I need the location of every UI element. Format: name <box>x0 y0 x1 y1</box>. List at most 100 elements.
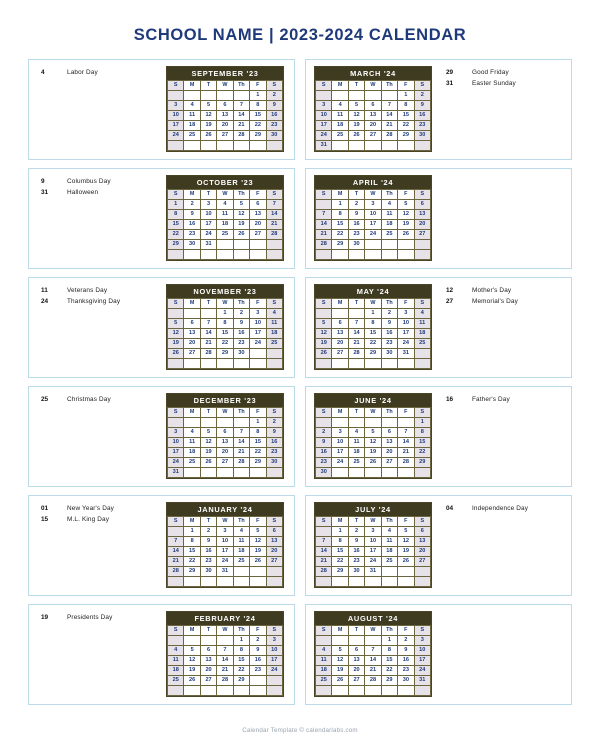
day-cell[interactable]: 5 <box>249 526 267 537</box>
day-cell[interactable]: 25 <box>183 457 201 468</box>
day-cell[interactable]: 6 <box>413 199 432 210</box>
day-cell[interactable]: 7 <box>314 209 333 220</box>
day-cell[interactable]: 16 <box>314 447 333 458</box>
day-cell[interactable]: 3 <box>166 100 185 111</box>
day-cell[interactable]: 27 <box>364 130 382 141</box>
day-cell[interactable]: 30 <box>199 566 218 577</box>
day-cell[interactable]: 29 <box>232 675 251 686</box>
day-cell[interactable]: 17 <box>364 219 382 230</box>
day-cell[interactable]: 10 <box>331 437 349 448</box>
day-cell[interactable]: 11 <box>314 655 333 666</box>
day-cell[interactable]: 8 <box>183 536 201 547</box>
day-cell[interactable]: 7 <box>216 645 234 656</box>
day-cell[interactable]: 25 <box>380 229 399 240</box>
day-cell[interactable]: 10 <box>199 209 218 220</box>
day-cell[interactable]: 19 <box>232 219 251 230</box>
day-cell[interactable]: 20 <box>249 219 267 230</box>
day-cell[interactable]: 12 <box>314 328 333 339</box>
day-cell[interactable]: 6 <box>216 100 234 111</box>
day-cell[interactable]: 31 <box>314 140 333 151</box>
day-cell[interactable]: 24 <box>413 665 432 676</box>
day-cell[interactable]: 27 <box>347 675 366 686</box>
day-cell[interactable]: 5 <box>166 318 185 329</box>
day-cell[interactable]: 8 <box>216 318 234 329</box>
day-cell[interactable]: 1 <box>216 308 234 319</box>
day-cell[interactable]: 14 <box>199 328 218 339</box>
day-cell[interactable]: 30 <box>347 566 366 577</box>
day-cell[interactable]: 31 <box>413 675 432 686</box>
day-cell[interactable]: 17 <box>314 120 333 131</box>
day-cell[interactable]: 28 <box>232 457 251 468</box>
day-cell[interactable]: 13 <box>380 437 399 448</box>
day-cell[interactable]: 9 <box>232 318 251 329</box>
day-cell[interactable]: 26 <box>397 556 415 567</box>
day-cell[interactable]: 13 <box>216 437 234 448</box>
day-cell[interactable]: 18 <box>183 447 201 458</box>
day-cell[interactable]: 29 <box>249 457 267 468</box>
day-cell[interactable]: 29 <box>166 239 185 250</box>
day-cell[interactable]: 12 <box>199 110 218 121</box>
day-cell[interactable]: 20 <box>364 120 382 131</box>
day-cell[interactable]: 20 <box>199 665 218 676</box>
day-cell[interactable]: 21 <box>199 338 218 349</box>
day-cell[interactable]: 26 <box>232 229 251 240</box>
day-cell[interactable]: 29 <box>413 457 432 468</box>
day-cell[interactable]: 23 <box>413 120 432 131</box>
day-cell[interactable]: 5 <box>183 645 201 656</box>
day-cell[interactable]: 27 <box>413 229 432 240</box>
day-cell[interactable]: 11 <box>232 536 251 547</box>
day-cell[interactable]: 23 <box>397 665 415 676</box>
day-cell[interactable]: 3 <box>331 427 349 438</box>
day-cell[interactable]: 20 <box>216 447 234 458</box>
day-cell[interactable]: 31 <box>397 348 415 359</box>
day-cell[interactable]: 15 <box>413 437 432 448</box>
day-cell[interactable]: 27 <box>331 348 349 359</box>
day-cell[interactable]: 30 <box>347 239 366 250</box>
day-cell[interactable]: 30 <box>413 130 432 141</box>
day-cell[interactable]: 22 <box>380 665 399 676</box>
day-cell[interactable]: 22 <box>413 447 432 458</box>
day-cell[interactable]: 22 <box>183 556 201 567</box>
day-cell[interactable]: 24 <box>166 130 185 141</box>
day-cell[interactable]: 31 <box>199 239 218 250</box>
day-cell[interactable]: 21 <box>216 665 234 676</box>
day-cell[interactable]: 6 <box>199 645 218 656</box>
day-cell[interactable]: 24 <box>166 457 185 468</box>
day-cell[interactable]: 21 <box>380 120 399 131</box>
day-cell[interactable]: 14 <box>397 437 415 448</box>
day-cell[interactable]: 18 <box>413 328 432 339</box>
day-cell[interactable]: 28 <box>314 566 333 577</box>
day-cell[interactable]: 8 <box>364 318 382 329</box>
day-cell[interactable]: 17 <box>166 120 185 131</box>
day-cell[interactable]: 6 <box>183 318 201 329</box>
day-cell[interactable]: 26 <box>199 457 218 468</box>
day-cell[interactable]: 28 <box>347 348 366 359</box>
day-cell[interactable]: 27 <box>413 556 432 567</box>
day-cell[interactable]: 20 <box>380 447 399 458</box>
day-cell[interactable]: 26 <box>331 675 349 686</box>
day-cell[interactable]: 25 <box>216 229 234 240</box>
day-cell[interactable]: 5 <box>397 526 415 537</box>
day-cell[interactable]: 2 <box>232 308 251 319</box>
day-cell[interactable]: 14 <box>166 546 185 557</box>
day-cell[interactable]: 30 <box>265 130 284 141</box>
day-cell[interactable]: 14 <box>216 655 234 666</box>
day-cell[interactable]: 16 <box>265 110 284 121</box>
day-cell[interactable]: 14 <box>314 546 333 557</box>
day-cell[interactable]: 18 <box>347 447 366 458</box>
day-cell[interactable]: 14 <box>364 655 382 666</box>
day-cell[interactable]: 26 <box>314 348 333 359</box>
day-cell[interactable]: 16 <box>199 546 218 557</box>
day-cell[interactable]: 6 <box>364 100 382 111</box>
day-cell[interactable]: 17 <box>199 219 218 230</box>
day-cell[interactable]: 20 <box>413 219 432 230</box>
day-cell[interactable]: 6 <box>331 318 349 329</box>
day-cell[interactable]: 16 <box>380 328 399 339</box>
day-cell[interactable]: 23 <box>347 229 366 240</box>
day-cell[interactable]: 10 <box>249 318 267 329</box>
day-cell[interactable]: 13 <box>199 655 218 666</box>
day-cell[interactable]: 14 <box>232 110 251 121</box>
day-cell[interactable]: 19 <box>166 338 185 349</box>
day-cell[interactable]: 6 <box>216 427 234 438</box>
day-cell[interactable]: 12 <box>249 536 267 547</box>
